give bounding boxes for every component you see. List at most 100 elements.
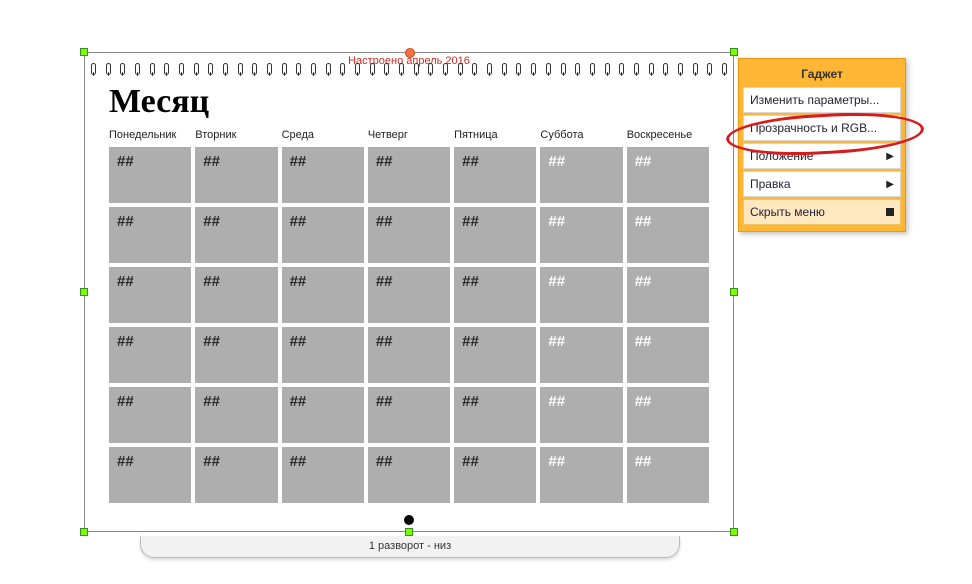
binding-ring-icon	[663, 63, 668, 75]
calendar-cell[interactable]: ##	[540, 447, 622, 503]
handle-rotate[interactable]	[405, 48, 415, 58]
calendar-cell[interactable]: ##	[454, 387, 536, 443]
binding-ring-icon	[722, 63, 727, 75]
calendar-cell[interactable]: ##	[368, 447, 450, 503]
calendar-cell[interactable]: ##	[540, 267, 622, 323]
calendar-cell[interactable]: ##	[282, 207, 364, 263]
calendar-cell[interactable]: ##	[109, 267, 191, 323]
calendar-cell[interactable]: ##	[195, 147, 277, 203]
calendar-cell[interactable]: ##	[195, 327, 277, 383]
handle-mid-left[interactable]	[80, 288, 88, 296]
calendar-cell[interactable]: ##	[627, 327, 709, 383]
calendar-grid: ########################################…	[109, 147, 709, 503]
binding-ring-icon	[282, 63, 287, 75]
binding-ring-icon	[458, 63, 463, 75]
calendar-cell[interactable]: ##	[454, 147, 536, 203]
calendar-content: Месяц Понедельник Вторник Среда Четверг …	[109, 83, 709, 511]
calendar-cell[interactable]: ##	[282, 267, 364, 323]
menu-item-label: Положение	[750, 149, 813, 163]
calendar-cell[interactable]: ##	[282, 387, 364, 443]
menu-item-label: Прозрачность и RGB...	[750, 121, 877, 135]
calendar-cell[interactable]: ##	[282, 147, 364, 203]
binding-ring-icon	[355, 63, 360, 75]
calendar-cell[interactable]: ##	[540, 207, 622, 263]
calendar-cell[interactable]: ##	[627, 207, 709, 263]
day-headers-row: Понедельник Вторник Среда Четверг Пятниц…	[109, 129, 709, 141]
binding-ring-icon	[678, 63, 683, 75]
gadget-menu: Гаджет Изменить параметры... Прозрачност…	[738, 58, 906, 232]
calendar-cell[interactable]: ##	[540, 387, 622, 443]
calendar-cell[interactable]: ##	[454, 447, 536, 503]
day-header: Суббота	[540, 129, 622, 141]
binding-ring-icon	[516, 63, 521, 75]
binding-ring-icon	[575, 63, 580, 75]
binding-ring-icon	[267, 63, 272, 75]
day-header: Среда	[282, 129, 364, 141]
calendar-cell[interactable]: ##	[627, 387, 709, 443]
binding-ring-icon	[502, 63, 507, 75]
calendar-cell[interactable]: ##	[195, 207, 277, 263]
menu-item-position[interactable]: Положение ▶	[743, 143, 901, 169]
calendar-cell[interactable]: ##	[195, 387, 277, 443]
binding-ring-icon	[414, 63, 419, 75]
menu-item-hide-menu[interactable]: Скрыть меню	[743, 199, 901, 225]
calendar-cell[interactable]: ##	[368, 147, 450, 203]
calendar-cell[interactable]: ##	[540, 327, 622, 383]
handle-top-right[interactable]	[730, 48, 738, 56]
calendar-cell[interactable]: ##	[109, 447, 191, 503]
menu-item-label: Изменить параметры...	[750, 93, 879, 107]
calendar-cell[interactable]: ##	[627, 267, 709, 323]
handle-bottom-right[interactable]	[730, 528, 738, 536]
handle-top-left[interactable]	[80, 48, 88, 56]
calendar-cell[interactable]: ##	[627, 147, 709, 203]
calendar-cell[interactable]: ##	[195, 267, 277, 323]
handle-bottom-mid[interactable]	[405, 528, 413, 536]
calendar-cell[interactable]: ##	[109, 207, 191, 263]
binding-ring-icon	[340, 63, 345, 75]
handle-mid-right[interactable]	[730, 288, 738, 296]
month-title: Месяц	[109, 83, 709, 121]
binding-ring-icon	[487, 63, 492, 75]
calendar-cell[interactable]: ##	[109, 147, 191, 203]
submenu-arrow-icon: ▶	[886, 151, 894, 162]
binding-ring-icon	[120, 63, 125, 75]
submenu-arrow-icon: ▶	[886, 179, 894, 190]
spread-label-tab[interactable]: 1 разворот - низ	[140, 536, 680, 558]
binding-ring-icon	[238, 63, 243, 75]
calendar-canvas[interactable]: Настроено апрель 2016 Месяц Понедельник …	[84, 52, 734, 532]
menu-item-transparency-rgb[interactable]: Прозрачность и RGB...	[743, 115, 901, 141]
binding-ring-icon	[179, 63, 184, 75]
menu-item-label: Правка	[750, 177, 791, 191]
binding-ring-icon	[150, 63, 155, 75]
calendar-cell[interactable]: ##	[627, 447, 709, 503]
calendar-cell[interactable]: ##	[282, 327, 364, 383]
binding-ring-icon	[443, 63, 448, 75]
calendar-cell[interactable]: ##	[454, 327, 536, 383]
menu-item-edit[interactable]: Правка ▶	[743, 171, 901, 197]
calendar-cell[interactable]: ##	[195, 447, 277, 503]
calendar-cell[interactable]: ##	[368, 267, 450, 323]
day-header: Понедельник	[109, 129, 191, 141]
calendar-cell[interactable]: ##	[282, 447, 364, 503]
binding-ring-icon	[135, 63, 140, 75]
calendar-cell[interactable]: ##	[368, 207, 450, 263]
calendar-cell[interactable]: ##	[368, 327, 450, 383]
menu-item-label: Скрыть меню	[750, 205, 825, 219]
calendar-cell[interactable]: ##	[109, 387, 191, 443]
binding-ring-icon	[561, 63, 566, 75]
calendar-cell[interactable]: ##	[368, 387, 450, 443]
handle-bottom-left[interactable]	[80, 528, 88, 536]
calendar-cell[interactable]: ##	[109, 327, 191, 383]
binding-ring-icon	[531, 63, 536, 75]
day-header: Четверг	[368, 129, 450, 141]
binding-ring-icon	[91, 63, 96, 75]
calendar-cell[interactable]: ##	[454, 207, 536, 263]
binding-ring-icon	[370, 63, 375, 75]
spiral-binding	[91, 63, 727, 77]
binding-ring-icon	[384, 63, 389, 75]
center-hole-icon	[404, 515, 414, 525]
calendar-cell[interactable]: ##	[454, 267, 536, 323]
binding-ring-icon	[399, 63, 404, 75]
menu-item-change-params[interactable]: Изменить параметры...	[743, 87, 901, 113]
calendar-cell[interactable]: ##	[540, 147, 622, 203]
